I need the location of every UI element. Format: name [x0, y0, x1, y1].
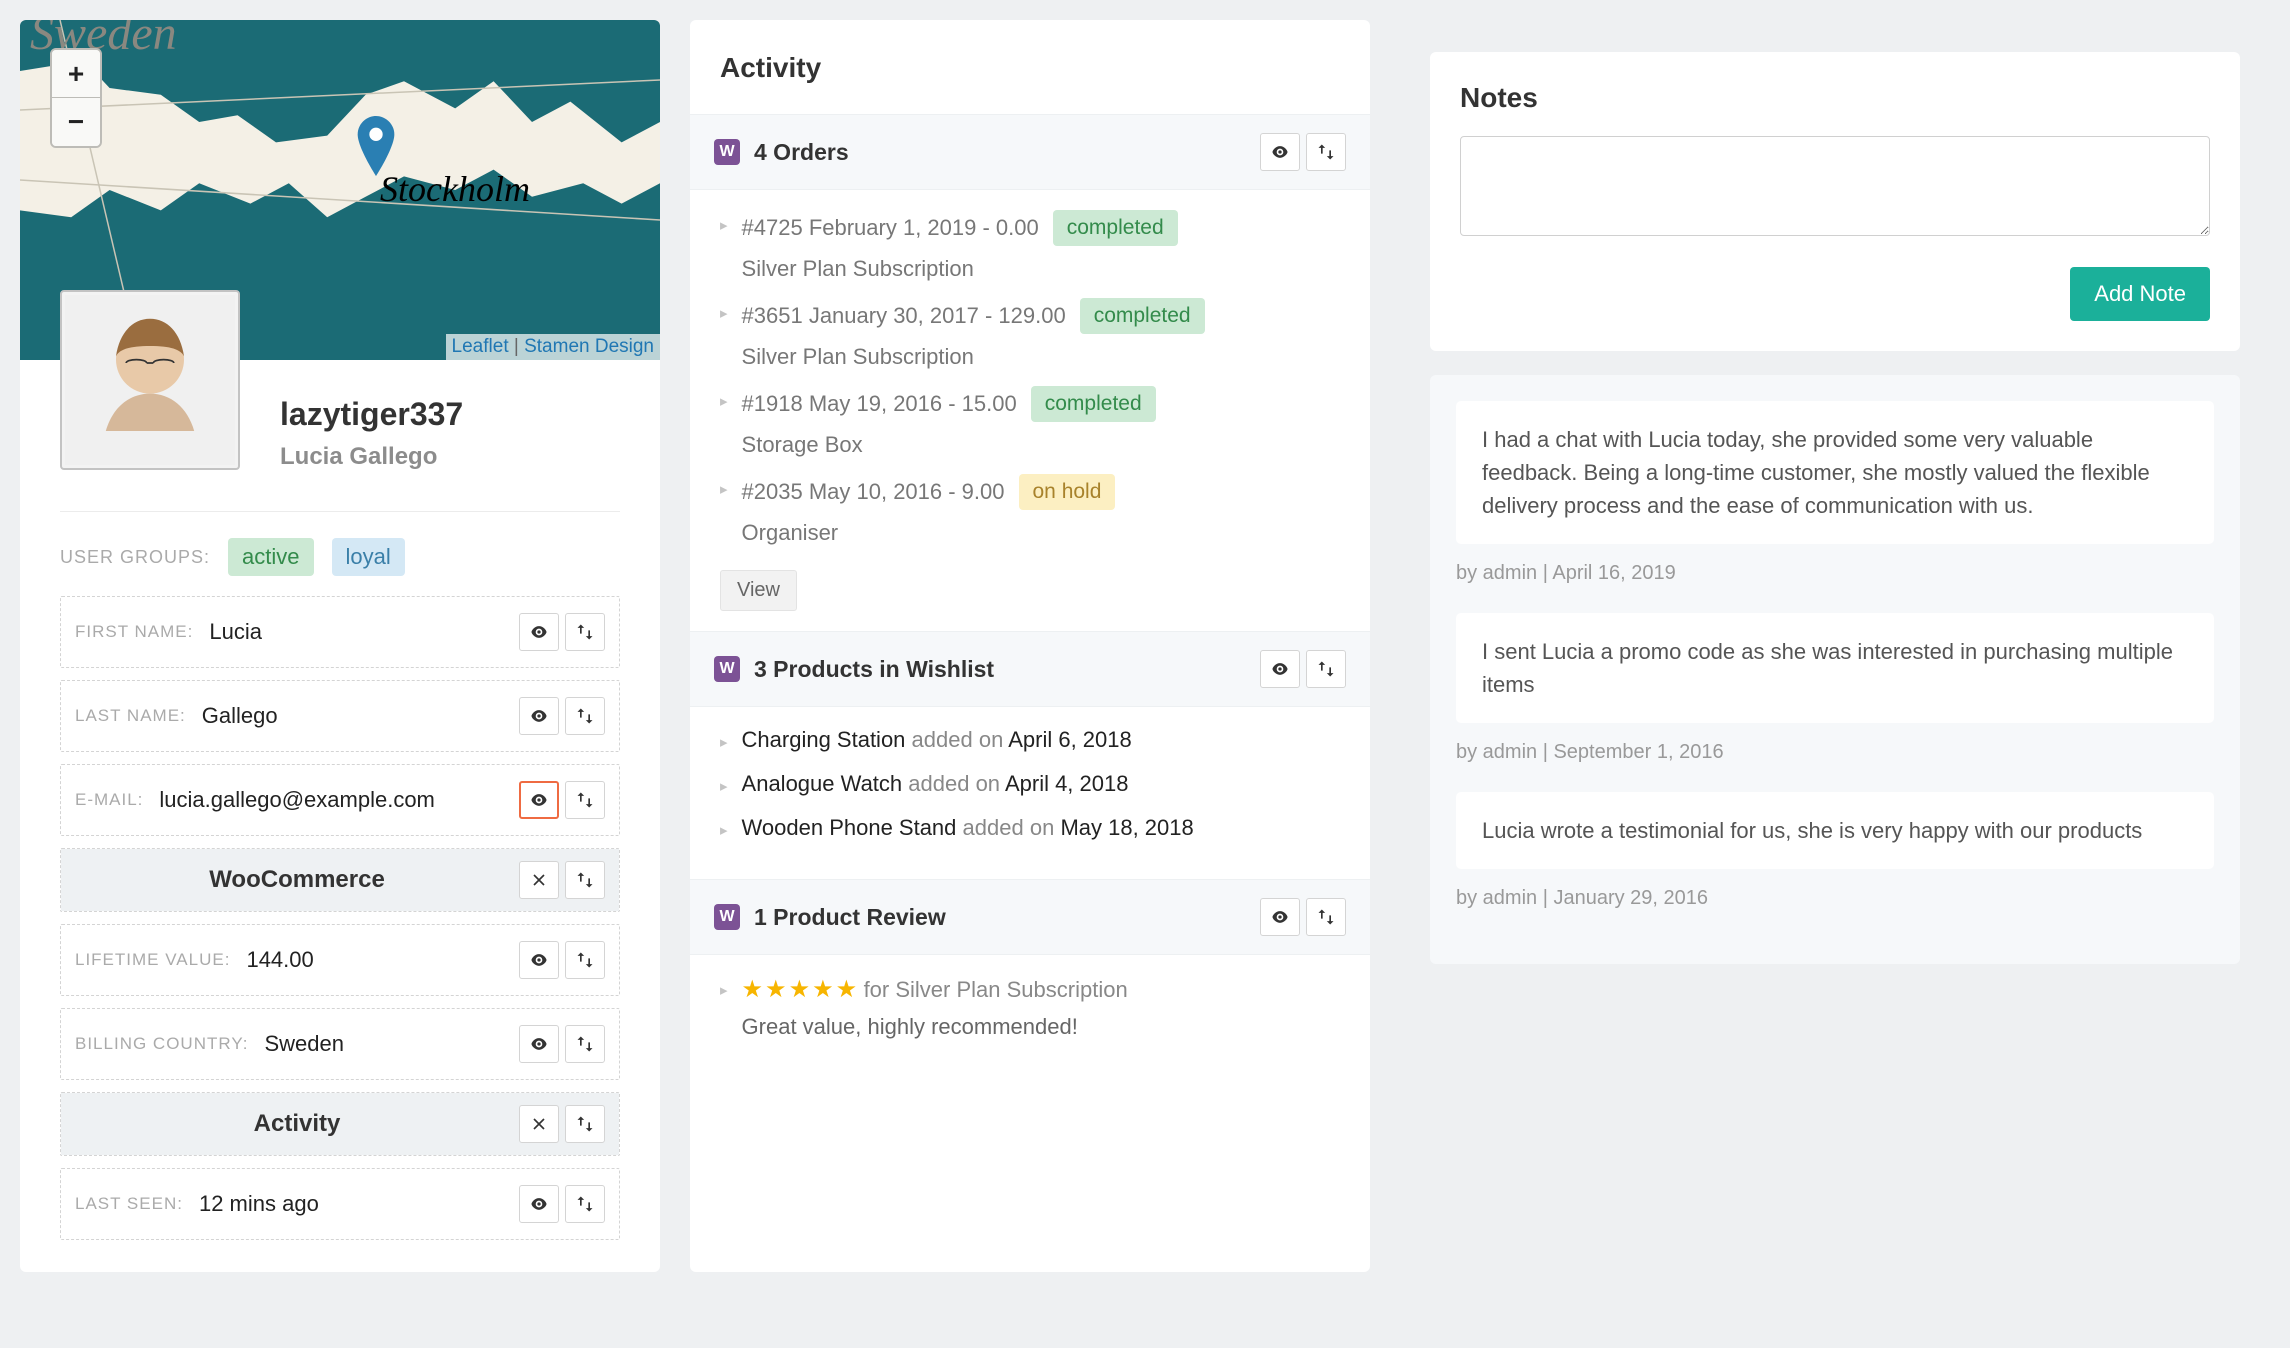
reviews-header[interactable]: W 1 Product Review [690, 879, 1370, 955]
woo-badge-icon: W [714, 904, 740, 930]
add-note-button[interactable]: Add Note [2070, 267, 2210, 321]
note-meta: by admin | September 1, 2016 [1456, 741, 2214, 764]
swap-icon[interactable] [565, 1105, 605, 1143]
swap-icon[interactable] [565, 1185, 605, 1223]
orders-header[interactable]: W 4 Orders [690, 114, 1370, 190]
field-lifetime-value: LIFETIME VALUE: 144.00 [60, 924, 620, 996]
review-item[interactable]: ▸★★★★★ for Silver Plan SubscriptionGreat… [720, 975, 1340, 1040]
eye-icon[interactable] [519, 1185, 559, 1223]
expand-icon: ▸ [720, 210, 728, 282]
expand-icon: ▸ [720, 386, 728, 458]
wishlist-item[interactable]: ▸Charging Station added on April 6, 2018 [720, 727, 1340, 753]
note-card: I sent Lucia a promo code as she was int… [1456, 613, 2214, 723]
group-tag-active[interactable]: active [228, 538, 313, 576]
stamen-link[interactable]: Stamen Design [524, 336, 654, 357]
woo-badge-icon: W [714, 139, 740, 165]
section-woocommerce: WooCommerce [60, 848, 620, 912]
eye-icon[interactable] [519, 781, 559, 819]
order-item[interactable]: ▸ #4725 February 1, 2019 - 0.00 completed S… [720, 210, 1340, 282]
expand-icon: ▸ [720, 298, 728, 370]
order-desc: Silver Plan Subscription [742, 344, 1340, 370]
zoom-in-button[interactable]: + [52, 50, 100, 98]
eye-icon[interactable] [519, 697, 559, 735]
order-desc: Storage Box [742, 432, 1340, 458]
status-badge: completed [1080, 298, 1205, 334]
status-badge: on hold [1019, 474, 1116, 510]
user-groups-row: USER GROUPS: active loyal [20, 512, 660, 596]
order-desc: Silver Plan Subscription [742, 256, 1340, 282]
note-meta: by admin | January 29, 2016 [1456, 887, 2214, 910]
order-item[interactable]: ▸ #1918 May 19, 2016 - 15.00 completed Stor… [720, 386, 1340, 458]
activity-heading: Activity [690, 20, 1370, 114]
eye-icon[interactable] [519, 941, 559, 979]
expand-icon: ▸ [720, 975, 728, 1040]
field-first-name: FIRST NAME: Lucia [60, 596, 620, 668]
field-billing-country: BILLING COUNTRY: Sweden [60, 1008, 620, 1080]
profile-panel: Sweden Stockholm + − Leaflet | Stamen De… [20, 20, 660, 1272]
username: lazytiger337 [280, 396, 620, 433]
order-desc: Organiser [742, 520, 1340, 546]
eye-icon[interactable] [1260, 133, 1300, 171]
close-icon[interactable] [519, 1105, 559, 1143]
swap-icon[interactable] [1306, 898, 1346, 936]
map-pin-icon [356, 116, 396, 176]
order-summary: #4725 February 1, 2019 - 0.00 [742, 215, 1039, 241]
order-summary: #3651 January 30, 2017 - 129.00 [742, 303, 1066, 329]
notes-panel: Notes Add Note I had a chat with Lucia t… [1400, 20, 2270, 1272]
expand-icon: ▸ [720, 815, 728, 839]
order-item[interactable]: ▸ #3651 January 30, 2017 - 129.00 complete… [720, 298, 1340, 370]
expand-icon: ▸ [720, 771, 728, 795]
swap-icon[interactable] [565, 861, 605, 899]
eye-icon[interactable] [519, 613, 559, 651]
swap-icon[interactable] [565, 697, 605, 735]
note-card: I had a chat with Lucia today, she provi… [1456, 401, 2214, 544]
swap-icon[interactable] [565, 941, 605, 979]
expand-icon: ▸ [720, 474, 728, 546]
notes-heading: Notes [1460, 82, 2210, 114]
swap-icon[interactable] [1306, 133, 1346, 171]
full-name: Lucia Gallego [280, 443, 620, 471]
map-zoom-control: + − [50, 48, 102, 148]
leaflet-link[interactable]: Leaflet [452, 336, 509, 357]
groups-label: USER GROUPS: [60, 547, 210, 568]
woo-badge-icon: W [714, 656, 740, 682]
eye-icon[interactable] [1260, 650, 1300, 688]
field-last-seen: LAST SEEN: 12 mins ago [60, 1168, 620, 1240]
eye-icon[interactable] [1260, 898, 1300, 936]
close-icon[interactable] [519, 861, 559, 899]
note-card: Lucia wrote a testimonial for us, she is… [1456, 792, 2214, 869]
swap-icon[interactable] [565, 613, 605, 651]
avatar [60, 290, 240, 470]
status-badge: completed [1053, 210, 1178, 246]
group-tag-loyal[interactable]: loyal [332, 538, 405, 576]
swap-icon[interactable] [565, 1025, 605, 1063]
star-rating-icon: ★★★★★ [742, 976, 860, 1003]
map-attribution: Leaflet | Stamen Design [446, 334, 660, 360]
zoom-out-button[interactable]: − [52, 98, 100, 146]
note-input[interactable] [1460, 136, 2210, 236]
swap-icon[interactable] [565, 781, 605, 819]
order-summary: #1918 May 19, 2016 - 15.00 [742, 391, 1017, 417]
order-summary: #2035 May 10, 2016 - 9.00 [742, 479, 1005, 505]
order-item[interactable]: ▸ #2035 May 10, 2016 - 9.00 on hold Organis… [720, 474, 1340, 546]
wishlist-header[interactable]: W 3 Products in Wishlist [690, 631, 1370, 707]
status-badge: completed [1031, 386, 1156, 422]
expand-icon: ▸ [720, 727, 728, 751]
field-last-name: LAST NAME: Gallego [60, 680, 620, 752]
wishlist-item[interactable]: ▸Analogue Watch added on April 4, 2018 [720, 771, 1340, 797]
swap-icon[interactable] [1306, 650, 1346, 688]
activity-panel: Activity W 4 Orders ▸ #4725 February 1, 2… [690, 20, 1370, 1272]
note-meta: by admin | April 16, 2019 [1456, 562, 2214, 585]
view-button[interactable]: View [720, 570, 797, 611]
wishlist-item[interactable]: ▸Wooden Phone Stand added on May 18, 201… [720, 815, 1340, 841]
eye-icon[interactable] [519, 1025, 559, 1063]
field-email: E-MAIL: lucia.gallego@example.com [60, 764, 620, 836]
map-city-label: Stockholm [380, 168, 530, 210]
section-activity: Activity [60, 1092, 620, 1156]
